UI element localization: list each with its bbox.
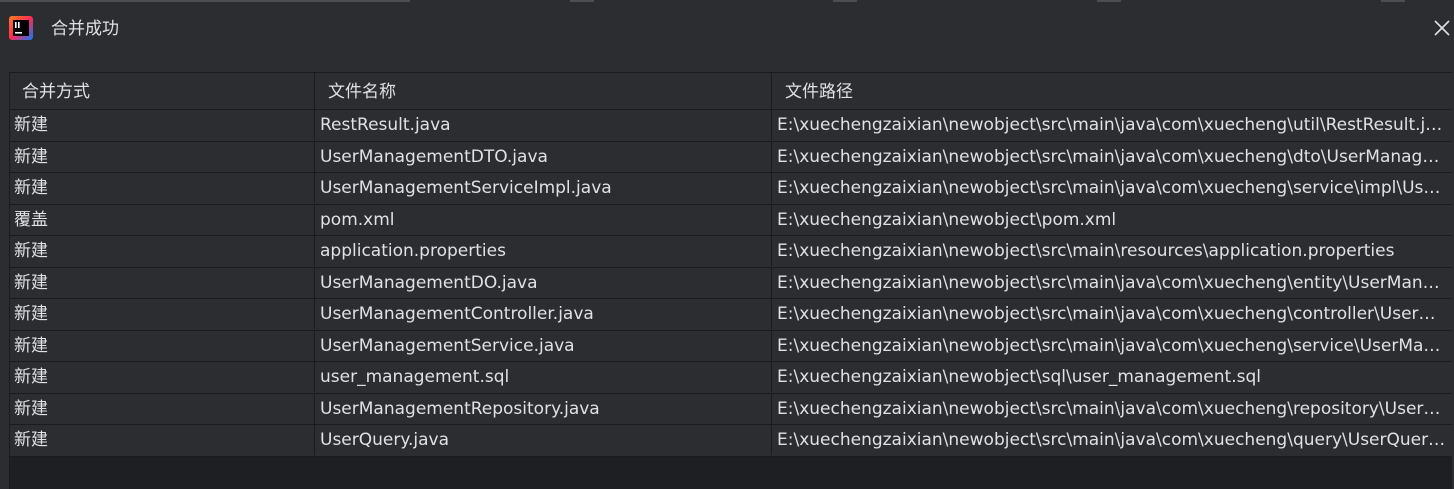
table-row[interactable]: 新建 UserManagementDO.java E:\xuechengzaixia… <box>10 267 1452 299</box>
cell-file-name: RestResult.java <box>316 110 772 140</box>
cell-merge-mode: 新建 <box>10 141 315 172</box>
cell-merge-mode: 新建 <box>10 267 315 298</box>
table-row[interactable]: 新建 RestResult.java E:\xuechengzaixian\newo… <box>10 110 1452 142</box>
cell-merge-mode: 新建 <box>10 173 315 203</box>
cell-file-path: E:\xuechengzaixian\newobject\src\main\ja… <box>777 272 1451 293</box>
table-row[interactable]: 新建 UserManagementDTO.java E:\xuechengzaixi… <box>10 141 1452 173</box>
merge-result-table: 合并方式 文件名称 文件路径 新建 RestResult.java E:\xuech… <box>9 72 1452 489</box>
cell-merge-mode: 新建 <box>10 330 315 361</box>
table-row[interactable]: 新建 UserManagementServiceImpl.java E:\xuech… <box>10 173 1452 205</box>
cell-merge-mode: 新建 <box>10 425 315 455</box>
cell-file-name: UserQuery.java <box>316 425 772 455</box>
merge-result-dialog: 合并成功 合并方式 文件名称 文件路径 新建 RestResult.java E:\… <box>0 0 1454 489</box>
cell-merge-mode: 新建 <box>10 110 315 140</box>
table-row[interactable]: 新建 UserManagementController.java E:\xueche… <box>10 299 1452 331</box>
table-row[interactable]: 覆盖 pom.xml E:\xuechengzaixian\newobject\po… <box>10 204 1452 236</box>
cell-file-name: UserManagementServiceImpl.java <box>316 173 772 203</box>
cell-file-name: pom.xml <box>316 204 772 235</box>
cell-file-path: E:\xuechengzaixian\newobject\src\main\ja… <box>777 146 1451 167</box>
dialog-title: 合并成功 <box>51 19 119 39</box>
cell-file-name: UserManagementDO.java <box>316 267 772 298</box>
title-bar[interactable]: 合并成功 <box>0 0 1454 58</box>
cell-file-path: E:\xuechengzaixian\newobject\src\main\ja… <box>777 335 1451 356</box>
cell-file-path: E:\xuechengzaixian\newobject\src\main\re… <box>777 241 1395 261</box>
column-header-path[interactable]: 文件路径 <box>773 73 1451 109</box>
intellij-idea-icon <box>9 16 33 40</box>
table-row[interactable]: 新建 UserManagementService.java E:\xuechengz… <box>10 330 1452 362</box>
table-row[interactable]: 新建 UserManagementRepository.java E:\xueche… <box>10 393 1452 425</box>
table-row[interactable]: 新建 application.properties E:\xuechengzaixi… <box>10 236 1452 268</box>
cell-file-name: UserManagementService.java <box>316 330 772 361</box>
cell-file-path: E:\xuechengzaixian\newobject\src\main\ja… <box>777 115 1451 135</box>
cell-file-path: E:\xuechengzaixian\newobject\src\main\ja… <box>777 430 1451 450</box>
table-row[interactable]: 新建 user_management.sql E:\xuechengzaixian\… <box>10 362 1452 394</box>
cell-merge-mode: 覆盖 <box>10 204 315 235</box>
cell-merge-mode: 新建 <box>10 236 315 266</box>
cell-merge-mode: 新建 <box>10 299 315 329</box>
table-header: 合并方式 文件名称 文件路径 <box>10 73 1452 110</box>
cell-file-path: E:\xuechengzaixian\newobject\src\main\ja… <box>777 304 1451 324</box>
cell-file-path: E:\xuechengzaixian\newobject\src\main\ja… <box>777 398 1451 419</box>
cell-file-name: application.properties <box>316 236 772 266</box>
column-header-mode[interactable]: 合并方式 <box>10 73 315 109</box>
cell-file-name: UserManagementController.java <box>316 299 772 329</box>
cell-file-name: UserManagementDTO.java <box>316 141 772 172</box>
cell-file-name: UserManagementRepository.java <box>316 393 772 424</box>
cell-file-name: user_management.sql <box>316 362 772 392</box>
close-icon[interactable] <box>1432 18 1452 38</box>
column-header-name[interactable]: 文件名称 <box>316 73 772 109</box>
cell-file-path: E:\xuechengzaixian\newobject\src\main\ja… <box>777 178 1451 198</box>
cell-merge-mode: 新建 <box>10 393 315 424</box>
cell-merge-mode: 新建 <box>10 362 315 392</box>
cell-file-path: E:\xuechengzaixian\newobject\sql\user_ma… <box>777 367 1261 387</box>
table-row[interactable]: 新建 UserQuery.java E:\xuechengzaixian\newob… <box>10 425 1452 457</box>
cell-file-path: E:\xuechengzaixian\newobject\pom.xml <box>777 209 1117 230</box>
